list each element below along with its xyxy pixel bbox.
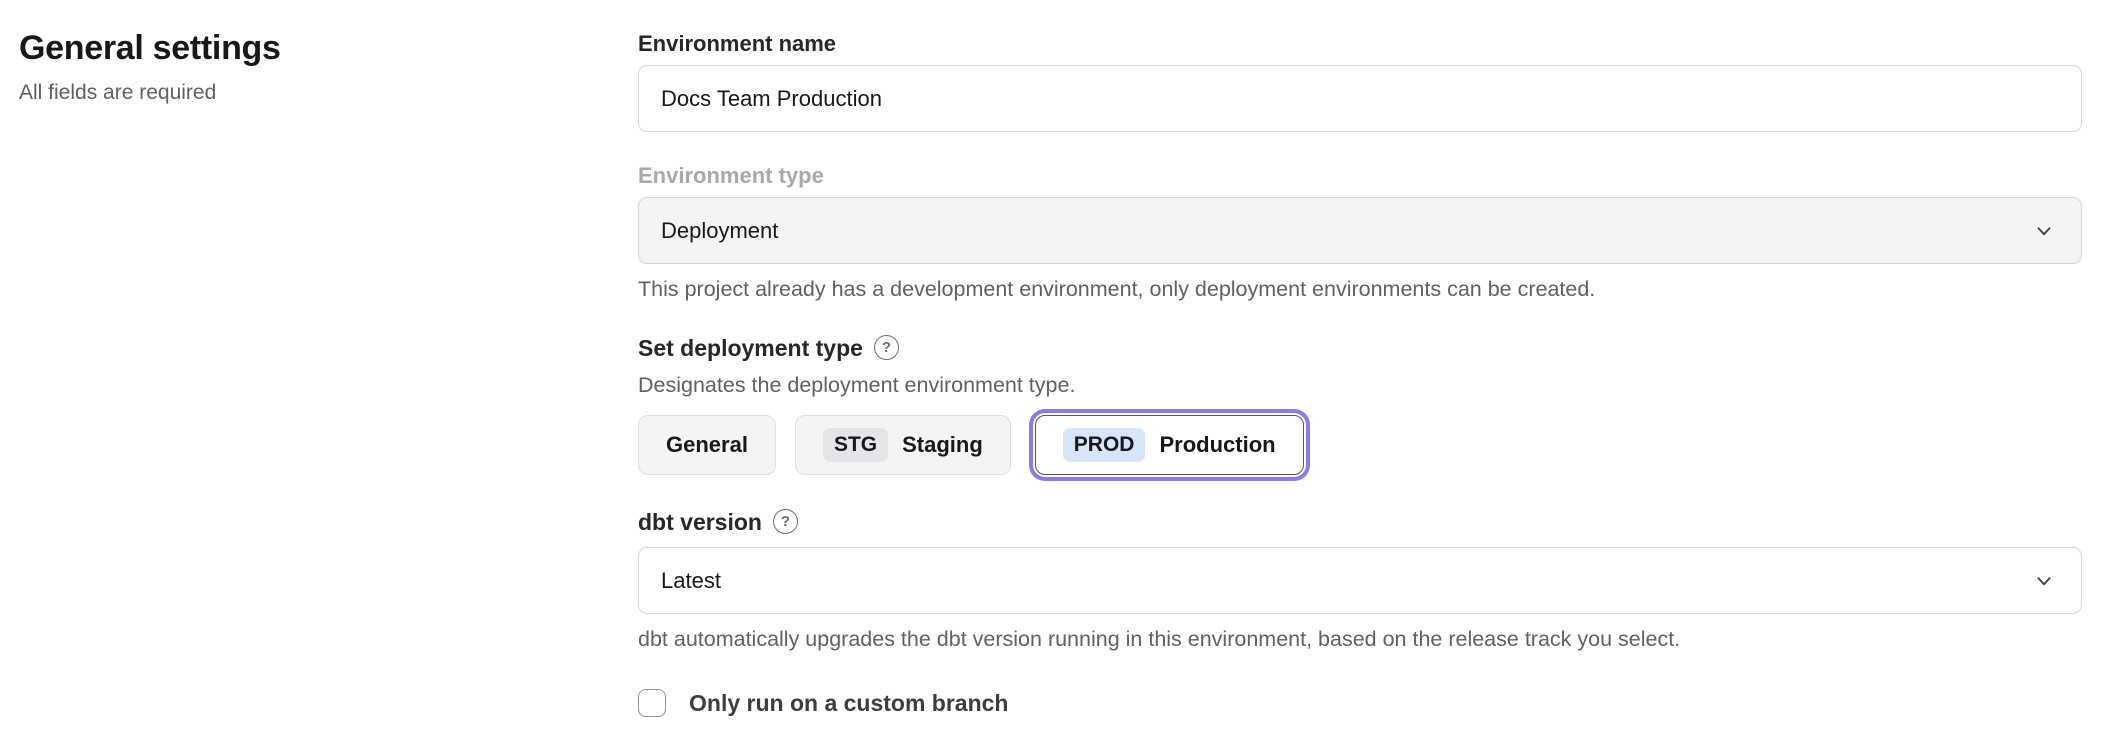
environment-type-select: Deployment [638, 197, 2082, 264]
deployment-type-production-label: Production [1159, 432, 1275, 458]
dbt-version-helper: dbt automatically upgrades the dbt versi… [638, 627, 2082, 652]
deployment-type-staging-label: Staging [902, 432, 983, 458]
page-title: General settings [19, 27, 579, 69]
custom-branch-label: Only run on a custom branch [689, 690, 1008, 717]
production-badge: PROD [1063, 428, 1146, 462]
help-icon[interactable]: ? [874, 335, 899, 360]
deployment-type-production-button[interactable]: PROD Production [1035, 415, 1304, 475]
dbt-version-value: Latest [661, 568, 721, 594]
environment-type-helper: This project already has a development e… [638, 277, 2082, 302]
environment-type-value: Deployment [661, 218, 778, 244]
deployment-type-options: General STG Staging PROD Production [638, 415, 2082, 475]
page-subtitle: All fields are required [19, 80, 579, 106]
chevron-down-icon [2033, 570, 2055, 592]
settings-header: General settings All fields are required [19, 0, 579, 106]
dbt-version-label: dbt version [638, 507, 762, 537]
chevron-down-icon [2033, 220, 2055, 242]
environment-name-label: Environment name [638, 30, 2082, 58]
custom-branch-row: Only run on a custom branch [638, 689, 2082, 717]
deployment-type-label: Set deployment type [638, 333, 863, 363]
deployment-type-staging-button[interactable]: STG Staging [795, 415, 1011, 475]
staging-badge: STG [823, 428, 888, 462]
deployment-type-helper: Designates the deployment environment ty… [638, 373, 2082, 398]
deployment-type-general-label: General [666, 432, 748, 458]
custom-branch-checkbox[interactable] [638, 689, 666, 717]
help-icon[interactable]: ? [773, 509, 798, 534]
environment-type-label: Environment type [638, 162, 2082, 190]
environment-name-input[interactable] [638, 65, 2082, 132]
dbt-version-select[interactable]: Latest [638, 547, 2082, 614]
deployment-type-general-button[interactable]: General [638, 415, 776, 475]
general-settings-form: Environment name Environment type Deploy… [638, 0, 2082, 717]
